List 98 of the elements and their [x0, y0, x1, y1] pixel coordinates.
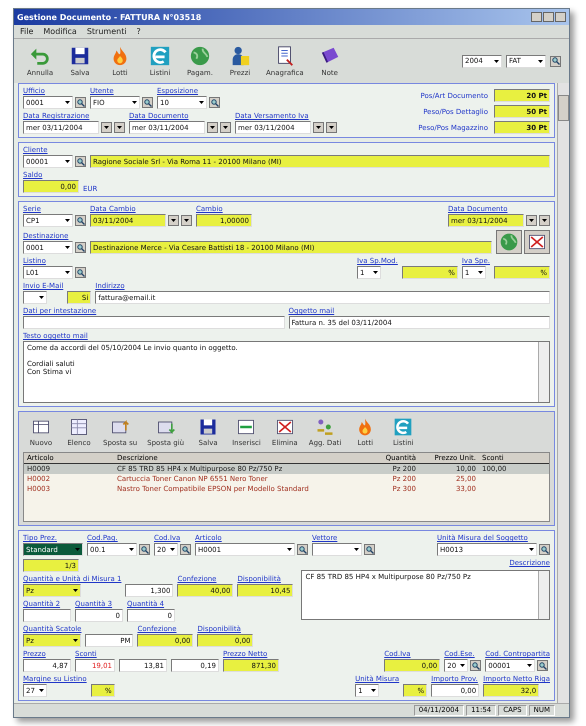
lookup-button[interactable]: [364, 544, 375, 555]
maximize-button[interactable]: [543, 12, 554, 22]
menu-item[interactable]: Modifica: [43, 27, 77, 36]
window-title: Gestione Documento - FATTURA N°03518: [17, 12, 202, 22]
dropdown-button[interactable]: [220, 122, 231, 133]
lookup-button[interactable]: [75, 267, 86, 278]
search-icon: [210, 98, 218, 106]
dropdown-arrow-icon: [223, 126, 228, 129]
dropdown-arrow-icon: [329, 126, 334, 129]
dropdown-arrow-icon: [538, 60, 543, 62]
dropdown-arrow-icon: [75, 548, 80, 551]
dropdown-arrow-icon: [199, 101, 204, 104]
dropdown-arrow-icon: [65, 101, 70, 104]
dropdown-arrow-icon: [460, 664, 466, 667]
dropdown[interactable]: [23, 291, 47, 304]
text-field[interactable]: [23, 316, 284, 329]
dropdown-button[interactable]: [114, 122, 125, 133]
lookup-button[interactable]: [75, 215, 86, 226]
delete-row-icon: [527, 232, 547, 252]
dropdown-arrow-icon: [65, 219, 70, 222]
number-field[interactable]: [23, 609, 71, 622]
dropdown-arrow-icon: [494, 60, 499, 62]
delete-row-icon: [274, 417, 295, 437]
scrollbar[interactable]: [557, 83, 569, 703]
search-icon: [76, 158, 84, 166]
people-icon: [315, 417, 336, 437]
calendar-button[interactable]: [101, 122, 112, 133]
search-icon: [472, 662, 480, 670]
dropdown-button[interactable]: [539, 215, 550, 226]
dropdown-arrow-icon: [39, 689, 44, 692]
lookup-button[interactable]: [75, 242, 86, 253]
calendar-button[interactable]: [526, 215, 537, 226]
lookup-button[interactable]: [537, 660, 548, 671]
lookup-button[interactable]: [75, 97, 86, 108]
dropdown-arrow-icon: [132, 101, 137, 104]
calendar-button[interactable]: [313, 122, 324, 133]
search-icon: [76, 268, 84, 276]
insert-row-icon: [236, 417, 256, 437]
dropdown-arrow-icon: [73, 639, 78, 642]
dropdown-arrow-icon: [371, 689, 376, 692]
dropdown-arrow-icon: [65, 271, 70, 274]
search-icon: [366, 546, 374, 554]
lookup-button[interactable]: [139, 544, 150, 555]
dropdown-arrow-icon: [478, 271, 483, 274]
minimize-button[interactable]: [531, 12, 542, 22]
dropdown-arrow-icon: [65, 160, 70, 163]
dropdown-arrow-icon: [129, 548, 134, 551]
dropdown-arrow-icon: [184, 219, 189, 222]
search-icon: [538, 662, 547, 670]
lookup-button[interactable]: [142, 97, 153, 108]
dropdown-arrow-icon: [354, 548, 359, 551]
dropdown-arrow-icon: [104, 126, 109, 129]
lookup-button[interactable]: [539, 544, 550, 555]
scrollbar[interactable]: [538, 571, 549, 619]
dropdown-arrow-icon: [373, 271, 378, 274]
search-icon: [182, 546, 190, 554]
search-icon: [76, 244, 84, 252]
dropdown-arrow-icon: [316, 126, 321, 129]
lookup-button[interactable]: [180, 544, 191, 555]
close-button[interactable]: [555, 12, 566, 22]
lookup-button[interactable]: [297, 544, 308, 555]
dropdown-arrow-icon: [529, 548, 534, 551]
swirl-icon: [149, 45, 171, 67]
lookup-button[interactable]: [470, 660, 482, 671]
search-icon: [76, 216, 84, 224]
dropdown-arrow-icon: [542, 219, 547, 222]
calendar-button[interactable]: [207, 122, 218, 133]
lookup-button[interactable]: [75, 156, 86, 167]
dropdown-arrow-icon: [171, 219, 176, 222]
menu-item[interactable]: Strumenti: [86, 27, 127, 36]
globe-icon: [499, 232, 519, 252]
menu-item[interactable]: ?: [136, 27, 141, 36]
dropdown-arrow-icon: [65, 246, 70, 249]
dropdown-arrow-icon: [170, 548, 175, 551]
dropdown-button[interactable]: [181, 215, 192, 226]
swirl-icon: [393, 417, 414, 437]
search-icon: [298, 546, 306, 554]
search-icon: [144, 98, 152, 106]
dropdown-arrow-icon: [39, 296, 44, 299]
calendar-button[interactable]: [168, 215, 179, 226]
dropdown-arrow-icon: [287, 548, 292, 551]
search-icon: [76, 98, 84, 106]
search-icon: [540, 546, 548, 554]
dropdown-arrow-icon: [529, 219, 534, 222]
search-icon: [552, 57, 560, 65]
search-icon: [140, 546, 148, 554]
dropdown-arrow-icon: [527, 664, 532, 667]
print-button[interactable]: [524, 230, 550, 254]
dropdown-arrow-icon: [210, 126, 215, 129]
dropdown-arrow-icon: [73, 589, 78, 592]
lookup-button[interactable]: [209, 97, 220, 108]
menu-item[interactable]: File: [20, 27, 34, 36]
scrollbar[interactable]: [538, 342, 549, 402]
lookup-button[interactable]: [550, 56, 561, 66]
spreadsheet-icon: [69, 417, 89, 437]
dropdown-arrow-icon: [117, 126, 122, 129]
globe-icon: [189, 45, 211, 67]
dropdown-button[interactable]: [326, 122, 337, 133]
